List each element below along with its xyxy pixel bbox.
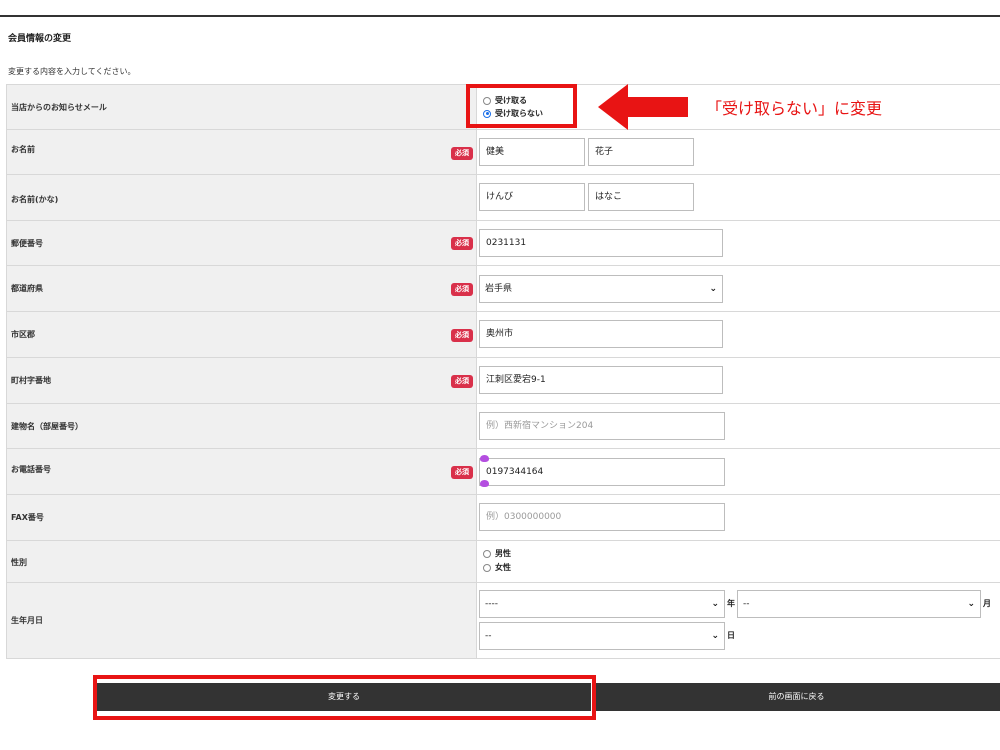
month-unit: 月 [983,599,991,608]
postal-code-input[interactable]: 0231131 [479,229,723,257]
name-kana-label: お名前(かな) [11,195,59,204]
birth-year-select[interactable]: ---- ⌄ [479,590,725,618]
city-input[interactable]: 奥州市 [479,320,723,348]
required-badge: 必須 [451,329,473,342]
value-cell: 男性 女性 [477,541,1000,582]
city-label: 市区郡 [11,330,35,339]
last-name-input[interactable]: 健美 [479,138,585,166]
required-badge: 必須 [451,237,473,250]
row-prefecture: 都道府県 必須 岩手県 ⌄ [6,266,1000,312]
year-unit: 年 [727,599,735,608]
birth-month-value: -- [743,599,750,609]
label-cell: お電話番号 必須 [7,449,477,494]
row-phone: お電話番号 必須 0197344164 [6,449,1000,495]
first-name-kana-input[interactable]: はなこ [588,183,694,211]
phone-input[interactable]: 0197344164 [479,458,725,486]
radio-female-button[interactable] [483,563,491,572]
radio-male[interactable]: 男性 [483,548,511,559]
label-cell: 性別 [7,541,477,582]
prefecture-value: 岩手県 [485,284,513,294]
radio-female[interactable]: 女性 [483,562,511,573]
value-cell: 例）0300000000 [477,495,1000,540]
chevron-down-icon: ⌄ [711,631,719,641]
chevron-down-icon: ⌄ [967,599,975,609]
row-name-kana: お名前(かな) けんび はなこ [6,175,1000,221]
value-cell: 江刺区愛宕9-1 [477,358,1000,403]
row-gender: 性別 男性 女性 [6,541,1000,583]
fax-label: FAX番号 [11,513,44,522]
row-city: 市区郡 必須 奥州市 [6,312,1000,358]
label-cell: お名前 必須 [7,130,477,174]
row-building: 建物名（部屋番号） 例）西新宿マンション204 [6,404,1000,449]
birth-month-select[interactable]: -- ⌄ [737,590,981,618]
postal-label: 郵便番号 [11,239,43,248]
fax-input[interactable]: 例）0300000000 [479,503,725,531]
value-cell: けんび はなこ [477,175,1000,220]
row-fax: FAX番号 例）0300000000 [6,495,1000,541]
chevron-down-icon: ⌄ [709,284,717,294]
label-cell: 生年月日 [7,583,477,658]
gender-label: 性別 [11,558,27,567]
required-badge: 必須 [451,466,473,479]
required-badge: 必須 [451,147,473,160]
required-badge: 必須 [451,375,473,388]
value-cell: 健美 花子 [477,130,1000,174]
member-info-form: 当店からのお知らせメール 受け取る 受け取らない お名前 必須 健美 花子 お名… [6,84,1000,659]
phone-label: お電話番号 [11,465,51,474]
label-cell: FAX番号 [7,495,477,540]
value-cell: 岩手県 ⌄ [477,266,1000,311]
selection-handle-bottom[interactable] [480,480,489,487]
birth-year-value: ---- [485,599,498,609]
radio-male-button[interactable] [483,549,491,558]
row-name: お名前 必須 健美 花子 [6,130,1000,175]
newsletter-label: 当店からのお知らせメール [11,103,107,112]
value-cell: 0231131 [477,221,1000,265]
building-input[interactable]: 例）西新宿マンション204 [479,412,725,440]
newsletter-highlight-box [466,84,577,128]
town-input[interactable]: 江刺区愛宕9-1 [479,366,723,394]
annotation-text: 「受け取らない」に変更 [706,99,883,118]
label-cell: 都道府県 必須 [7,266,477,311]
birthdate-label: 生年月日 [11,616,43,625]
label-cell: お名前(かな) [7,175,477,220]
label-cell: 町村字番地 必須 [7,358,477,403]
building-label: 建物名（部屋番号） [11,422,83,431]
label-cell: 郵便番号 必須 [7,221,477,265]
top-divider [0,15,1000,17]
radio-male-label: 男性 [495,549,511,558]
required-badge: 必須 [451,283,473,296]
prefecture-select[interactable]: 岩手県 ⌄ [479,275,723,303]
day-unit: 日 [727,631,735,640]
submit-highlight-box [93,675,596,720]
prefecture-label: 都道府県 [11,284,43,293]
town-label: 町村字番地 [11,376,51,385]
first-name-input[interactable]: 花子 [588,138,694,166]
row-birthdate: 生年月日 ---- ⌄ 年 -- ⌄ 月 -- ⌄ 日 [6,583,1000,659]
chevron-down-icon: ⌄ [711,599,719,609]
left-arrow-icon [598,84,688,130]
value-cell: 0197344164 [477,449,1000,494]
label-cell: 建物名（部屋番号） [7,404,477,448]
intro-text: 変更する内容を入力してください。 [8,67,136,76]
birth-day-select[interactable]: -- ⌄ [479,622,725,650]
selection-handle-top[interactable] [480,455,489,462]
label-cell: 市区郡 必須 [7,312,477,357]
name-label: お名前 [11,145,35,154]
page-title: 会員情報の変更 [8,34,72,44]
back-button[interactable]: 前の画面に戻る [593,683,1000,711]
label-cell: 当店からのお知らせメール [7,85,477,129]
radio-female-label: 女性 [495,563,511,572]
value-cell: ---- ⌄ 年 -- ⌄ 月 -- ⌄ 日 [477,583,1000,658]
row-town: 町村字番地 必須 江刺区愛宕9-1 [6,358,1000,404]
value-cell: 奥州市 [477,312,1000,357]
row-postal: 郵便番号 必須 0231131 [6,221,1000,266]
value-cell: 例）西新宿マンション204 [477,404,1000,448]
last-name-kana-input[interactable]: けんび [479,183,585,211]
birth-day-value: -- [485,631,492,641]
